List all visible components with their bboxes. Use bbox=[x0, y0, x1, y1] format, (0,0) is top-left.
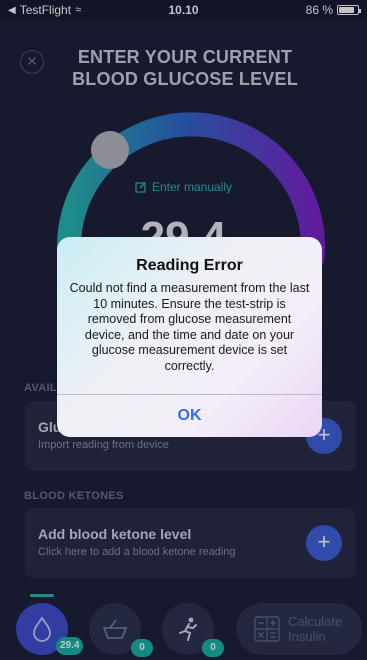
reading-error-alert: Reading Error Could not find a measureme… bbox=[57, 237, 322, 437]
alert-message: Could not find a measurement from the la… bbox=[69, 281, 310, 373]
alert-ok-button[interactable]: OK bbox=[57, 395, 322, 437]
alert-title: Reading Error bbox=[136, 257, 243, 274]
